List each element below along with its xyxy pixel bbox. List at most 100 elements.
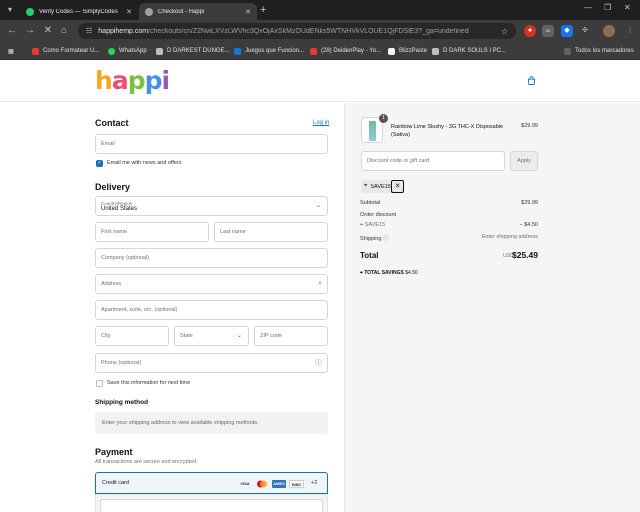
new-tab-icon[interactable]: +: [260, 4, 266, 16]
shield-extension-icon[interactable]: ◆: [561, 25, 573, 37]
save-info-label: Save this information for next time: [107, 380, 191, 386]
help-icon[interactable]: ⓘ: [315, 358, 322, 368]
first-name-field[interactable]: First name: [95, 222, 209, 242]
delivery-heading: Delivery: [95, 182, 131, 192]
quantity-badge: 1: [379, 114, 388, 123]
email-news-checkbox[interactable]: ✓: [96, 160, 103, 167]
state-select[interactable]: State ⌄: [174, 326, 249, 346]
apply-button[interactable]: Apply: [510, 151, 538, 171]
whatsapp-icon: [108, 47, 115, 55]
bookmark-favicon-icon: [234, 47, 241, 55]
mastercard-icon: [256, 480, 268, 488]
chevron-down-icon: ⌄: [315, 203, 321, 209]
browser-menu-icon[interactable]: ⋮: [624, 25, 636, 37]
total-label: Total: [360, 251, 379, 260]
zip-field[interactable]: ZIP code: [254, 326, 328, 346]
discover-icon: DISC: [289, 480, 304, 488]
country-select[interactable]: Country/Region United States ⌄: [95, 196, 328, 216]
shipping-value: Enter shipping address: [481, 234, 538, 240]
subtotal-value: $29.99: [521, 200, 538, 206]
save-info-checkbox[interactable]: [96, 380, 103, 387]
chevron-down-icon: ⌄: [236, 333, 242, 339]
shipping-notice: Enter your shipping address to view avai…: [95, 412, 328, 434]
youtube-icon: [32, 47, 39, 55]
order-discount-label: Order discount: [360, 212, 397, 218]
site-info-icon[interactable]: ☷: [86, 27, 92, 35]
help-icon[interactable]: ⓘ: [383, 236, 389, 242]
remove-discount-button[interactable]: ✕: [391, 180, 404, 193]
login-link[interactable]: Log in: [313, 120, 329, 126]
address-field[interactable]: Address ⌕: [95, 274, 328, 294]
bookmarks-bar: ▦ Como Formatear U... WhatsApp D DARKEST…: [0, 42, 640, 60]
home-icon[interactable]: ⌂: [58, 25, 70, 37]
browser-tab-bar: ▾ Verify Codes — SimplyCodes ✕ Checkout …: [0, 0, 640, 20]
close-tab-icon[interactable]: ✕: [245, 8, 251, 16]
last-name-field[interactable]: Last name: [214, 222, 328, 242]
stop-icon[interactable]: ✕: [42, 25, 54, 37]
address-bar[interactable]: ☷ happihemp.com /checkouts/cn/Z2NwLXVzLW…: [78, 23, 516, 39]
tab-title: Verify Codes — SimplyCodes: [39, 8, 118, 15]
applied-discount: ⌖ SAVE15: [360, 222, 386, 228]
bookmark-item[interactable]: BlizzPaste: [388, 45, 427, 57]
bookmark-favicon-icon: [432, 47, 439, 55]
visa-icon: VISA: [240, 481, 250, 486]
url-path: /checkouts/cn/Z2NwLXVzLWVhc3QxOjAxSkMzOU…: [148, 27, 469, 35]
extension-badge-count: 11: [545, 28, 551, 33]
tab-checkout-happi[interactable]: Checkout - Happi ✕: [139, 3, 257, 20]
url-host: happihemp.com: [98, 27, 149, 35]
tab-verify-codes[interactable]: Verify Codes — SimplyCodes ✕: [20, 3, 138, 20]
close-window-icon[interactable]: ✕: [624, 3, 631, 12]
company-field[interactable]: Company (optional): [95, 248, 328, 268]
product-name: Rainbow Lime Slushy - 3G THC-X Disposabl…: [391, 124, 504, 138]
contact-heading: Contact: [95, 118, 129, 128]
email-news-label: Email me with news and offers: [107, 160, 182, 166]
apps-grid-icon[interactable]: ▦: [8, 45, 14, 57]
bookmark-item[interactable]: Como Formatear U...: [32, 45, 99, 57]
site-header: happi: [0, 60, 640, 102]
phone-field[interactable]: Phone (optional) ⓘ: [95, 353, 328, 373]
tag-icon: ⌖: [364, 183, 368, 189]
folder-icon: [564, 47, 571, 55]
discount-chip: ⌖ SAVE15: [361, 180, 394, 193]
bookmark-favicon-icon: [156, 47, 163, 55]
payment-subtitle: All transactions are secure and encrypte…: [95, 459, 198, 465]
bookmark-item[interactable]: (28) DeidenPlay - Yo...: [310, 45, 381, 57]
payment-heading: Payment: [95, 447, 133, 457]
maximize-icon[interactable]: ❐: [604, 3, 611, 12]
back-icon[interactable]: ←: [6, 25, 18, 37]
minimize-icon[interactable]: —: [584, 3, 592, 12]
checkout-page: happi Contact Log in Email ✓ Email me wi…: [0, 60, 640, 512]
more-cards-count: +2: [311, 480, 318, 486]
extension-badge-icon[interactable]: 11: [542, 25, 554, 37]
city-field[interactable]: City: [95, 326, 169, 346]
extensions-puzzle-icon[interactable]: ✣: [579, 25, 591, 37]
total-value: $25.49: [512, 250, 538, 260]
shipping-row-label: Shipping ⓘ: [360, 236, 389, 242]
shopping-bag-icon[interactable]: [527, 76, 536, 85]
apartment-field[interactable]: Apartment, suite, etc. (optional): [95, 300, 328, 320]
discount-value: − $4.50: [519, 222, 538, 228]
credit-card-option[interactable]: Credit card VISA AMEX DISC +2: [95, 472, 328, 494]
extension-red-icon[interactable]: ●: [524, 25, 536, 37]
close-tab-icon[interactable]: ✕: [126, 8, 132, 16]
happi-favicon-icon: [145, 7, 153, 16]
tab-search-icon[interactable]: ▾: [5, 5, 15, 15]
all-bookmarks[interactable]: Todos los marcadores: [564, 45, 634, 57]
bookmark-item[interactable]: D DARK SOULS I PC...: [432, 45, 506, 57]
amex-icon: AMEX: [272, 480, 286, 488]
youtube-icon: [310, 47, 317, 55]
card-number-field[interactable]: [100, 499, 323, 512]
subtotal-label: Subtotal: [360, 200, 381, 206]
forward-icon[interactable]: →: [24, 25, 36, 37]
happi-logo[interactable]: happi: [95, 67, 170, 95]
discount-input[interactable]: Discount code or gift card: [361, 151, 505, 171]
bookmark-favicon-icon: [388, 47, 395, 55]
bookmark-item[interactable]: WhatsApp: [108, 45, 147, 57]
email-field[interactable]: Email: [95, 134, 328, 154]
bookmark-item[interactable]: D DARKEST DUNGE...: [156, 45, 230, 57]
profile-avatar[interactable]: [603, 25, 615, 37]
bookmark-item[interactable]: Juegos que Funcion...: [234, 45, 304, 57]
checkout-form: Contact Log in Email ✓ Email me with new…: [0, 103, 344, 512]
order-summary: 1 Rainbow Lime Slushy - 3G THC-X Disposa…: [344, 103, 640, 512]
bookmark-star-icon[interactable]: ☆: [501, 27, 508, 36]
